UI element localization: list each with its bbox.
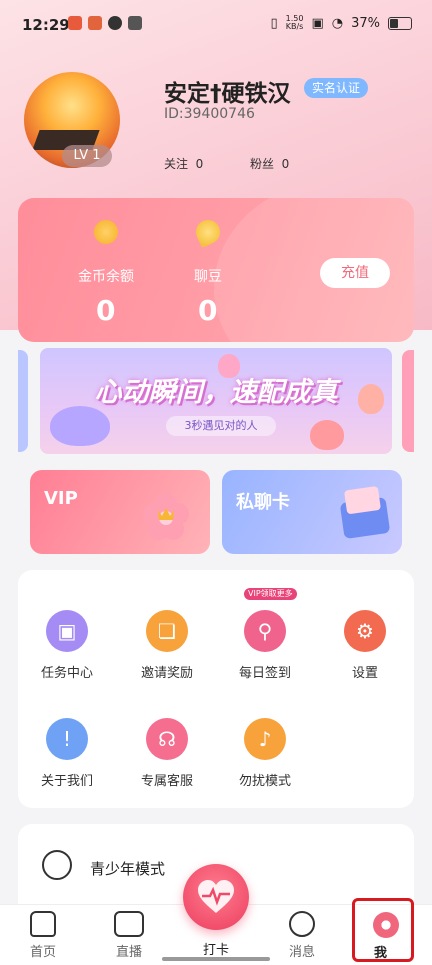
- tab-live[interactable]: 直播: [94, 911, 164, 960]
- checkin-button[interactable]: [183, 864, 249, 930]
- location-pin-icon: ⚲: [244, 610, 286, 652]
- wifi-icon: ◔: [331, 15, 344, 31]
- menu-task-center[interactable]: ▣ 任务中心: [24, 610, 110, 681]
- app-notification-icon: [128, 16, 142, 30]
- verified-badge[interactable]: 实名认证: [304, 78, 369, 98]
- task-icon: ▣: [46, 610, 88, 652]
- app-notification-icon: [108, 16, 122, 30]
- tab-me-highlight: [352, 898, 414, 962]
- tab-messages[interactable]: 消息: [267, 911, 337, 960]
- bell-off-icon: ♪: [244, 718, 286, 760]
- coin-icon: [94, 220, 118, 244]
- follow-count: 0: [195, 157, 204, 171]
- headset-icon: ☊: [146, 718, 188, 760]
- menu-about-us[interactable]: ! 关于我们: [24, 718, 110, 789]
- private-chat-label: 私聊卡: [236, 492, 290, 513]
- info-icon: !: [46, 718, 88, 760]
- menu-daily-checkin[interactable]: ⚲ 每日签到: [222, 610, 308, 681]
- hot-air-balloon-icon: [310, 420, 344, 450]
- banner-next-peek[interactable]: [402, 350, 414, 452]
- coins-label: 金币余额: [78, 269, 134, 285]
- private-chat-card[interactable]: 私聊卡: [222, 470, 402, 554]
- battery-icon: [388, 16, 412, 30]
- banner-subtitle: 3秒遇见对的人: [166, 416, 276, 436]
- level-badge: LV 1: [62, 145, 112, 167]
- banner-title: 心动瞬间，速配成真: [94, 377, 338, 408]
- follow-stat[interactable]: 关注 0: [164, 155, 203, 172]
- chat-bubble-icon: [289, 911, 315, 937]
- flower-crown-icon: [143, 493, 189, 540]
- app-notification-icon: [68, 16, 82, 30]
- gear-icon: ⚙: [344, 610, 386, 652]
- promo-banner[interactable]: 心动瞬间，速配成真 3秒遇见对的人: [40, 348, 392, 454]
- notification-icons: [68, 16, 142, 30]
- app-notification-icon: [88, 16, 102, 30]
- home-icon: [30, 911, 56, 937]
- fans-label: 粉丝: [250, 157, 275, 171]
- envelope-icon: [339, 485, 391, 540]
- follow-label: 关注: [164, 157, 189, 171]
- heartbeat-icon: [198, 880, 234, 913]
- child-face-icon: [42, 850, 72, 880]
- bean-icon: [192, 216, 224, 248]
- status-time: 12:29: [22, 16, 70, 34]
- video-camera-icon: [114, 911, 144, 937]
- vibrate-icon: ▯: [270, 15, 278, 31]
- menu-do-not-disturb[interactable]: ♪ 勿扰模式: [222, 718, 308, 789]
- heart-balloon-icon: [50, 406, 110, 446]
- vip-card[interactable]: VIP: [30, 470, 210, 554]
- gift-icon: ❏: [146, 610, 188, 652]
- wallet-card: 金币余额 0 聊豆 0 充值: [18, 198, 414, 342]
- recharge-button[interactable]: 充值: [320, 258, 390, 288]
- menu-customer-service[interactable]: ☊ 专属客服: [124, 718, 210, 789]
- banner-prev-peek[interactable]: [18, 350, 28, 452]
- nickname: 安定†硬铁汉: [164, 81, 291, 107]
- system-indicators: ▯ 1.50 KB/s ▣ ◔ 37%: [270, 15, 412, 31]
- battery-percent: 37%: [351, 15, 380, 31]
- vip-label: VIP: [44, 488, 78, 509]
- fans-stat[interactable]: 粉丝 0: [250, 155, 289, 172]
- user-id: ID:39400746: [164, 106, 255, 122]
- menu-settings[interactable]: ⚙ 设置: [322, 610, 408, 681]
- home-indicator: [162, 957, 270, 961]
- status-bar: 12:29 ▯ 1.50 KB/s ▣ ◔ 37%: [0, 0, 432, 52]
- beans-label: 聊豆: [194, 269, 222, 285]
- menu-invite-reward[interactable]: ❏ 邀请奖励: [124, 610, 210, 681]
- coins-value: 0: [96, 294, 116, 327]
- tab-home[interactable]: 首页: [8, 911, 78, 960]
- youth-mode-label: 青少年模式: [90, 860, 166, 878]
- tab-checkin-label[interactable]: 打卡: [181, 935, 251, 958]
- sim-icon: ▣: [311, 15, 324, 31]
- beans-value: 0: [198, 294, 218, 327]
- network-speed: 1.50 KB/s: [285, 14, 304, 31]
- fans-count: 0: [281, 157, 290, 171]
- vip-more-tag: VIP领取更多: [244, 588, 297, 600]
